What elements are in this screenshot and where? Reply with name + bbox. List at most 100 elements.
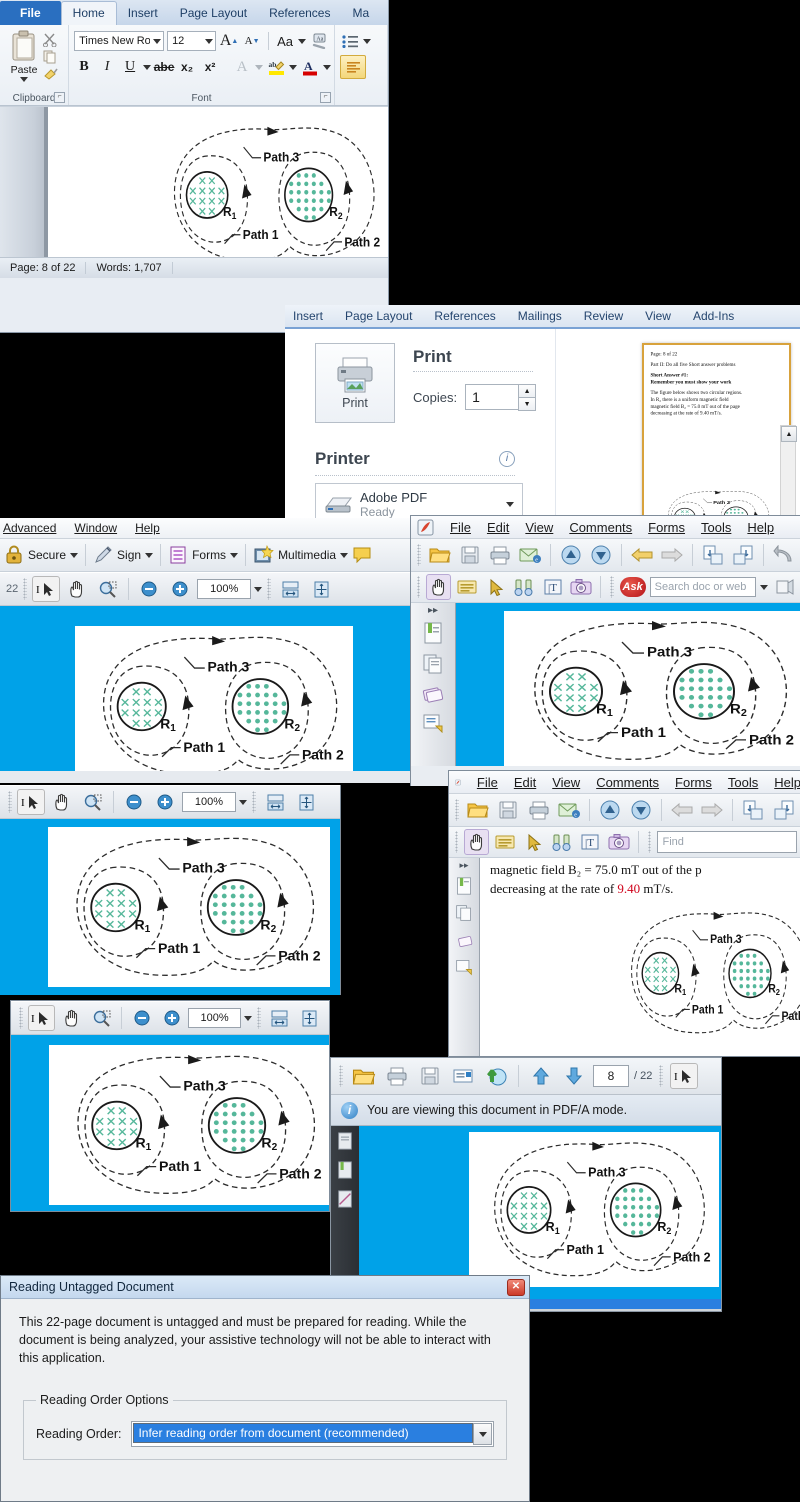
select-arrow-icon[interactable] [483, 574, 507, 600]
secure-chevron-down-icon[interactable] [70, 553, 78, 558]
menu-forms-d[interactable]: Forms [675, 775, 712, 790]
previous-page-icon-d[interactable] [597, 797, 623, 823]
previous-page-icon[interactable] [558, 542, 584, 568]
print-icon-b[interactable] [487, 542, 513, 568]
zoom-level-input-a[interactable]: 100% [197, 579, 251, 599]
bookmarks-panel-icon-d[interactable] [455, 877, 473, 898]
export-pdf-icon-d[interactable] [740, 797, 766, 823]
clipboard-dialog-launcher[interactable]: ⌐ [54, 92, 65, 103]
acrobat-b-menubar[interactable]: File Edit View Comments Forms Tools Help [411, 516, 800, 539]
zoom-in-icon[interactable] [166, 576, 194, 602]
marquee-zoom-icon[interactable] [94, 576, 122, 602]
backstage-tab-page-layout[interactable]: Page Layout [345, 309, 412, 323]
find-binoculars-icon[interactable] [512, 574, 536, 600]
zoom-level-input-c2[interactable]: 100% [188, 1008, 241, 1028]
import-pdf-icon-d[interactable] [771, 797, 797, 823]
attachments-panel-icon-d[interactable] [455, 931, 473, 952]
signatures-panel-icon-pdfa[interactable] [336, 1190, 354, 1211]
print-button[interactable]: Print [315, 343, 395, 423]
status-words[interactable]: Words: 1,707 [86, 262, 172, 274]
text-effects-chevron-down-icon[interactable] [255, 65, 263, 70]
acrobat-b-file-toolbar[interactable]: e [411, 539, 800, 572]
bold-button[interactable]: B [74, 56, 94, 78]
shrink-font-icon[interactable]: A▼ [242, 30, 262, 52]
fit-width-icon-c2[interactable] [266, 1005, 293, 1031]
paste-button[interactable]: Paste [9, 30, 39, 82]
zoom-level-input-c[interactable]: 100% [182, 792, 236, 812]
font-color-icon[interactable]: A [300, 56, 320, 78]
reading-order-select[interactable]: Infer reading order from document (recom… [131, 1421, 494, 1447]
status-page[interactable]: Page: 8 of 22 [0, 262, 86, 274]
comments-panel-icon-d[interactable] [455, 958, 473, 979]
sign-menu-label[interactable]: Sign [117, 548, 141, 562]
font-size-chevron-down-icon[interactable] [205, 39, 213, 44]
menu-edit-d[interactable]: Edit [514, 775, 536, 790]
word-status-bar[interactable]: Page: 8 of 22 Words: 1,707 [0, 257, 388, 278]
text-effects-icon[interactable]: A [232, 56, 252, 78]
menu-help[interactable]: Help [135, 521, 160, 535]
font-color-chevron-down-icon[interactable] [323, 65, 331, 70]
change-case-chevron-down-icon[interactable] [298, 39, 306, 44]
clear-formatting-icon[interactable]: Aa [309, 30, 329, 52]
forms-menu-label[interactable]: Forms [192, 548, 226, 562]
open-file-icon[interactable] [427, 542, 453, 568]
font-dialog-launcher[interactable]: ⌐ [320, 92, 331, 103]
backstage-tab-mailings[interactable]: Mailings [518, 309, 562, 323]
select-tool-icon[interactable]: I [32, 576, 60, 602]
find-binoculars-icon-d[interactable] [550, 829, 574, 855]
italic-button[interactable]: I [97, 56, 117, 78]
zoom-chevron-down-icon-c[interactable] [239, 800, 247, 805]
paste-chevron-down-icon[interactable] [20, 77, 28, 82]
typewriter-icon-d[interactable]: |T [578, 829, 602, 855]
previous-view-icon[interactable] [629, 542, 655, 568]
select-arrow-icon-d[interactable] [521, 829, 545, 855]
attachments-panel-icon[interactable] [422, 684, 444, 707]
backstage-tab-addins[interactable]: Add-Ins [693, 309, 734, 323]
word-document-canvas[interactable]: Path 3 Path 1 Path 2 R1 R2 Page: 8 of 22… [0, 106, 388, 278]
acrobat-c2-zoom-toolbar[interactable]: I 100% [11, 1001, 329, 1035]
acrobat-window-b[interactable]: File Edit View Comments Forms Tools Help… [410, 515, 800, 786]
menu-edit-b[interactable]: Edit [487, 520, 509, 535]
zoom-in-icon-c2[interactable] [158, 1005, 185, 1031]
ribbon-tab-insert[interactable]: Insert [117, 2, 169, 25]
save-icon-d[interactable] [495, 797, 521, 823]
ribbon-tab-file[interactable]: File [0, 1, 61, 25]
select-tool-icon-c[interactable]: I [17, 789, 45, 815]
next-page-icon-d[interactable] [627, 797, 653, 823]
previous-view-icon-d[interactable] [669, 797, 695, 823]
zoom-chevron-down-icon-c2[interactable] [244, 1016, 252, 1021]
next-page-icon[interactable] [588, 542, 614, 568]
save-icon-pdfa[interactable] [416, 1063, 444, 1089]
undo-icon[interactable] [771, 542, 797, 568]
backstage-tab-references[interactable]: References [434, 309, 495, 323]
acrobat-b-navigation-rail[interactable]: ▸▸ [411, 603, 456, 766]
acrobat-d-navigation-rail[interactable]: ▸▸ [449, 858, 480, 1057]
snapshot-camera-icon[interactable] [569, 574, 593, 600]
ask-toolbar-icon[interactable]: Ask [620, 577, 646, 597]
select-tool-icon-pdfa[interactable]: I [670, 1063, 698, 1089]
menu-tools-b[interactable]: Tools [701, 520, 731, 535]
acrobat-a-page-area[interactable]: Path 3 Path 1 Path 2 R1 R2 [0, 606, 412, 771]
copy-icon[interactable] [43, 50, 57, 64]
menu-file-b[interactable]: File [450, 520, 471, 535]
copies-stepper-down[interactable]: ▼ [518, 398, 536, 411]
menu-help-d[interactable]: Help [774, 775, 800, 790]
word-ribbon[interactable]: Paste [0, 25, 388, 106]
ribbon-tab-references[interactable]: References [258, 2, 341, 25]
pages-panel-icon[interactable] [422, 653, 444, 678]
acrobat-d-tools-toolbar[interactable]: |T Find [449, 827, 800, 858]
typewriter-icon[interactable]: |T [540, 574, 564, 600]
menu-comments-b[interactable]: Comments [569, 520, 632, 535]
page-up-icon-pdfa[interactable] [527, 1063, 555, 1089]
word-ribbon-tabs[interactable]: File Home Insert Page Layout References … [0, 0, 388, 25]
acrobat-b-tools-toolbar[interactable]: |T Ask Search doc or web [411, 572, 800, 603]
underline-chevron-down-icon[interactable] [143, 65, 151, 70]
font-size-select[interactable]: 12 [167, 31, 216, 51]
read-aloud-icon[interactable] [772, 574, 796, 600]
page-number-input-pdfa[interactable]: 8 [593, 1065, 629, 1087]
acrobat-window-c[interactable]: I 100% [0, 785, 341, 995]
save-icon[interactable] [457, 542, 483, 568]
bookmarks-panel-icon[interactable] [422, 622, 444, 647]
fit-page-icon[interactable] [307, 576, 335, 602]
print-preview-pane[interactable]: Page: 8 of 22 Part II: Do all five Short… [555, 329, 800, 530]
